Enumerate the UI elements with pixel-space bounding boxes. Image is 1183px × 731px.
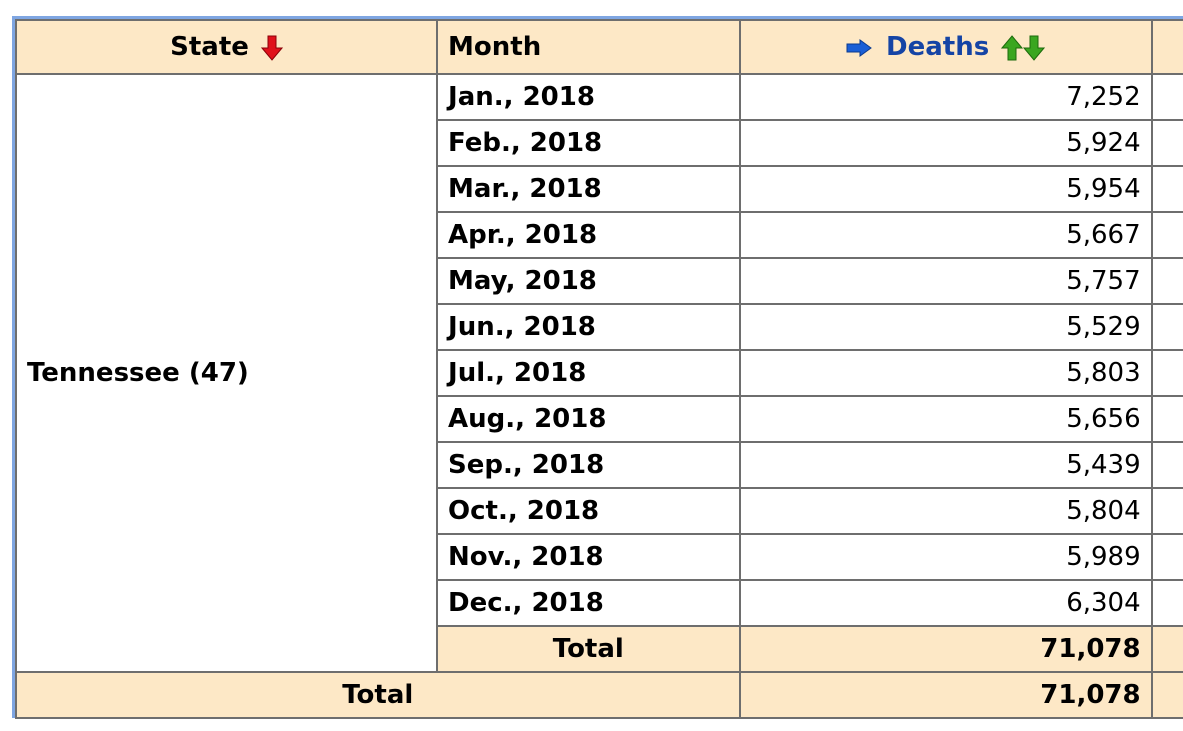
sort-up-down-icon[interactable]	[1001, 34, 1046, 61]
deaths-cell: 5,954	[738, 165, 1153, 213]
grand-total-row: Total 71,078	[15, 671, 1183, 719]
header-overflow-cell	[1150, 19, 1183, 75]
state-header-label: State	[170, 32, 249, 62]
sort-descending-icon[interactable]	[260, 35, 283, 61]
state-column-header[interactable]: State	[14, 19, 439, 75]
month-cell: Sep., 2018	[436, 441, 741, 489]
deaths-cell: 5,803	[738, 349, 1153, 397]
month-cell: Oct., 2018	[436, 487, 741, 535]
month-cell: May, 2018	[436, 257, 741, 305]
state-cell: Tennessee (47)	[14, 73, 439, 673]
table-row: Tennessee (47) Jan., 2018 7,252	[14, 73, 1183, 673]
overflow-cell	[1150, 671, 1183, 719]
deaths-results-table: State Month Deaths Tennessee (47) Jan., 2…	[14, 19, 1183, 719]
overflow-cell	[1150, 395, 1183, 443]
month-cell: Jul., 2018	[436, 349, 741, 397]
month-cell: Jan., 2018	[436, 73, 741, 121]
header-row: State Month Deaths	[14, 19, 1183, 75]
month-column-header[interactable]: Month	[436, 19, 741, 75]
grand-total-label: Total	[15, 671, 741, 719]
grand-total-value: 71,078	[738, 671, 1153, 719]
overflow-cell	[1150, 73, 1183, 121]
month-cell: Dec., 2018	[436, 579, 741, 627]
right-arrow-icon	[846, 38, 872, 57]
deaths-cell: 5,439	[738, 441, 1153, 489]
month-cell: Aug., 2018	[436, 395, 741, 443]
month-cell: Apr., 2018	[436, 211, 741, 259]
state-total-label: Total	[436, 625, 741, 673]
overflow-cell	[1150, 487, 1183, 535]
overflow-cell	[1150, 211, 1183, 259]
state-total-value: 71,078	[738, 625, 1153, 673]
month-cell: Mar., 2018	[436, 165, 741, 213]
overflow-cell	[1150, 119, 1183, 167]
deaths-cell: 6,304	[738, 579, 1153, 627]
deaths-cell: 5,804	[738, 487, 1153, 535]
deaths-header-label[interactable]: Deaths	[886, 32, 989, 62]
overflow-cell	[1150, 303, 1183, 351]
deaths-cell: 5,757	[738, 257, 1153, 305]
deaths-column-header[interactable]: Deaths	[738, 19, 1153, 75]
deaths-cell: 5,989	[738, 533, 1153, 581]
overflow-cell	[1150, 257, 1183, 305]
deaths-cell: 5,656	[738, 395, 1153, 443]
month-cell: Jun., 2018	[436, 303, 741, 351]
month-header-label: Month	[448, 32, 542, 62]
overflow-cell	[1150, 625, 1183, 673]
deaths-cell: 5,667	[738, 211, 1153, 259]
month-cell: Nov., 2018	[436, 533, 741, 581]
deaths-cell: 5,924	[738, 119, 1153, 167]
deaths-cell: 7,252	[738, 73, 1153, 121]
month-cell: Feb., 2018	[436, 119, 741, 167]
overflow-cell	[1150, 165, 1183, 213]
results-table-frame: State Month Deaths Tennessee (47) Jan., 2…	[12, 16, 1183, 719]
overflow-cell	[1150, 533, 1183, 581]
deaths-cell: 5,529	[738, 303, 1153, 351]
overflow-cell	[1150, 441, 1183, 489]
overflow-cell	[1150, 349, 1183, 397]
overflow-cell	[1150, 579, 1183, 627]
